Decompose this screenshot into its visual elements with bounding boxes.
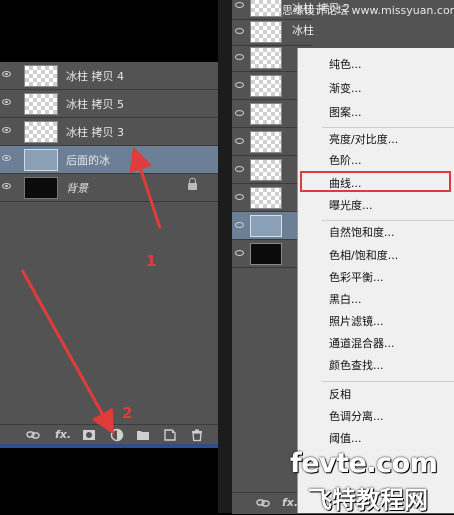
arrow-2 <box>20 269 114 435</box>
annotation-arrows <box>20 146 162 435</box>
step-label-1: 1 <box>146 252 157 270</box>
watermark-cn: 飞特教程网 <box>308 486 428 514</box>
step-label-2: 2 <box>122 404 133 422</box>
arrow-1 <box>129 146 162 229</box>
watermark-top: 思缘设计论坛 www.missyuan.com <box>282 4 454 17</box>
watermark-domain: fevte.com <box>290 448 438 479</box>
